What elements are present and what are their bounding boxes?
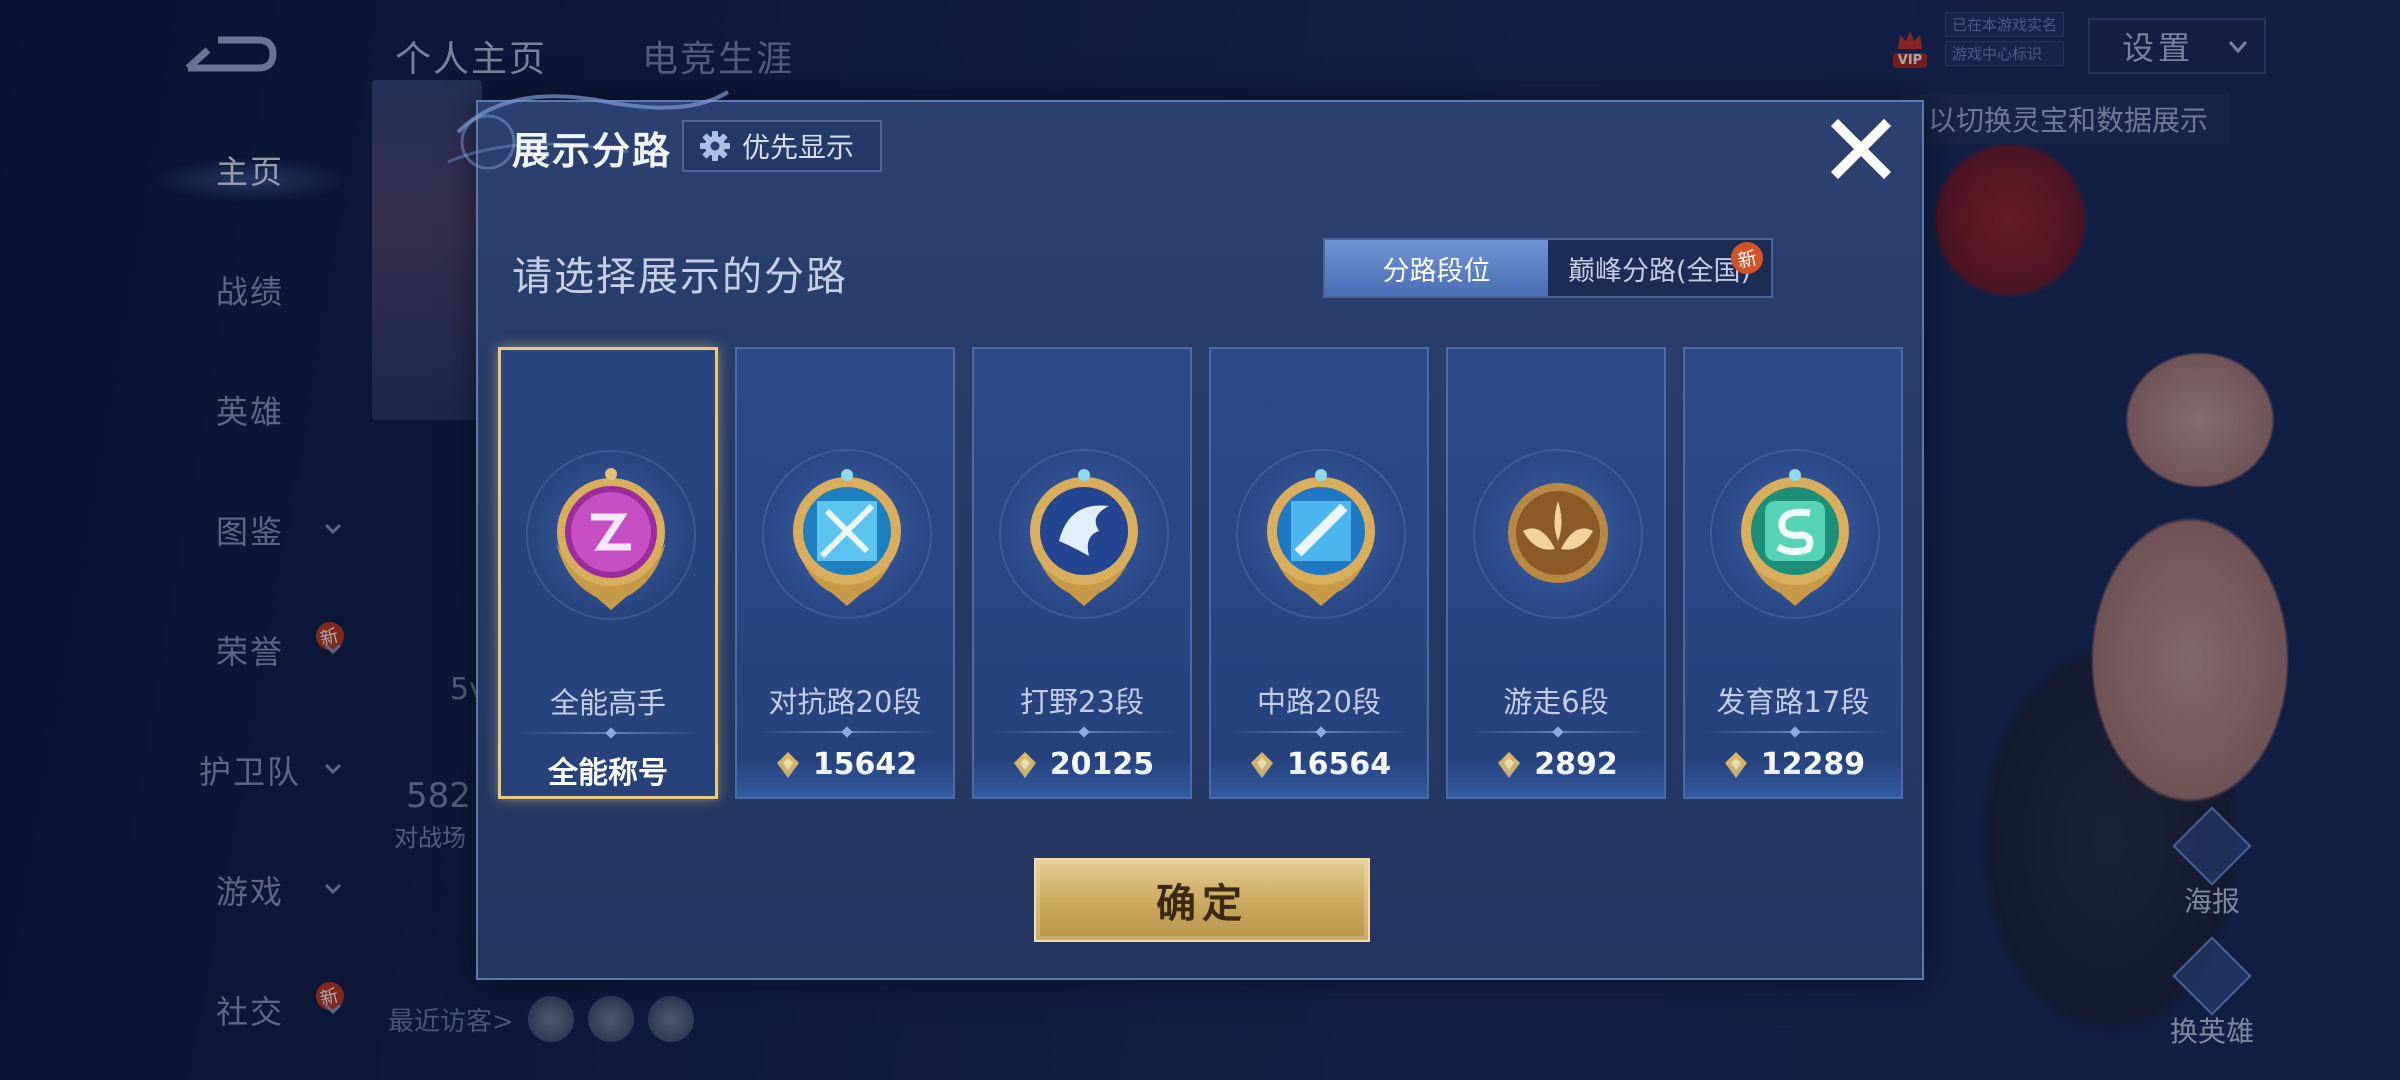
lane-name: 对抗路20段 [768,685,922,719]
divider [1231,731,1411,733]
mid-lane-emblem-icon [1267,469,1375,606]
card-glow [737,757,953,797]
confirm-button[interactable]: 确定 [1034,858,1370,942]
lane-card-roam[interactable]: 游走6段 2892 [1446,347,1666,799]
all-round-emblem-icon [556,468,666,610]
lane-mode-toggle: 分路段位 巅峰分路(全国) 新 [1323,238,1773,298]
toggle-lane-rank[interactable]: 分路段位 [1325,240,1548,296]
lane-card-all-round[interactable]: 全能高手 全能称号 [498,347,718,799]
lane-card-mid[interactable]: 中路20段 16564 [1209,347,1429,799]
roam-emblem-icon [1508,483,1608,583]
lane-score-value: 全能称号 [548,756,668,791]
divider [757,731,937,733]
card-glow [1448,757,1664,797]
close-icon[interactable] [1828,116,1894,182]
divider [1468,731,1648,733]
jungle-emblem-icon [1030,469,1138,606]
dialog-title: 展示分路 [512,129,673,173]
lane-display-dialog: 展示分路 优先显示 请选择展示的分路 分路段位 巅峰分路(全国) 新 全能高手 … [447,90,1924,980]
lane-card-clash[interactable]: 对抗路20段 15642 [735,347,955,799]
gear-icon [700,131,730,161]
lane-name: 打野23段 [1020,685,1144,719]
priority-display-label: 优先显示 [742,131,855,164]
lane-card-list: 全能高手 全能称号 对抗路20段 15642 [498,347,1908,799]
divider [521,732,701,734]
clash-lane-emblem-icon [793,469,901,606]
card-glow [1685,757,1901,797]
farm-lane-emblem-icon [1741,469,1849,606]
lane-name: 发育路17段 [1716,685,1870,719]
dialog-subtitle: 请选择展示的分路 [512,254,848,300]
lane-name: 游走6段 [1503,685,1609,719]
toggle-peak-lane[interactable]: 巅峰分路(全国) 新 [1548,239,1771,296]
card-glow [1211,757,1427,797]
priority-display-button[interactable]: 优先显示 [682,120,882,172]
lane-score: 全能称号 [501,748,715,792]
card-glow [974,757,1190,797]
lane-name: 中路20段 [1257,685,1381,719]
lane-card-jungle[interactable]: 打野23段 20125 [972,347,1192,799]
confirm-label: 确定 [1156,881,1248,927]
lane-card-farm[interactable]: 发育路17段 12289 [1683,347,1903,799]
toggle-label: 分路段位 [1382,255,1491,287]
divider [994,731,1174,733]
divider [1705,731,1885,733]
lane-name: 全能高手 [549,686,666,720]
toggle-label: 巅峰分路(全国) [1567,255,1752,287]
